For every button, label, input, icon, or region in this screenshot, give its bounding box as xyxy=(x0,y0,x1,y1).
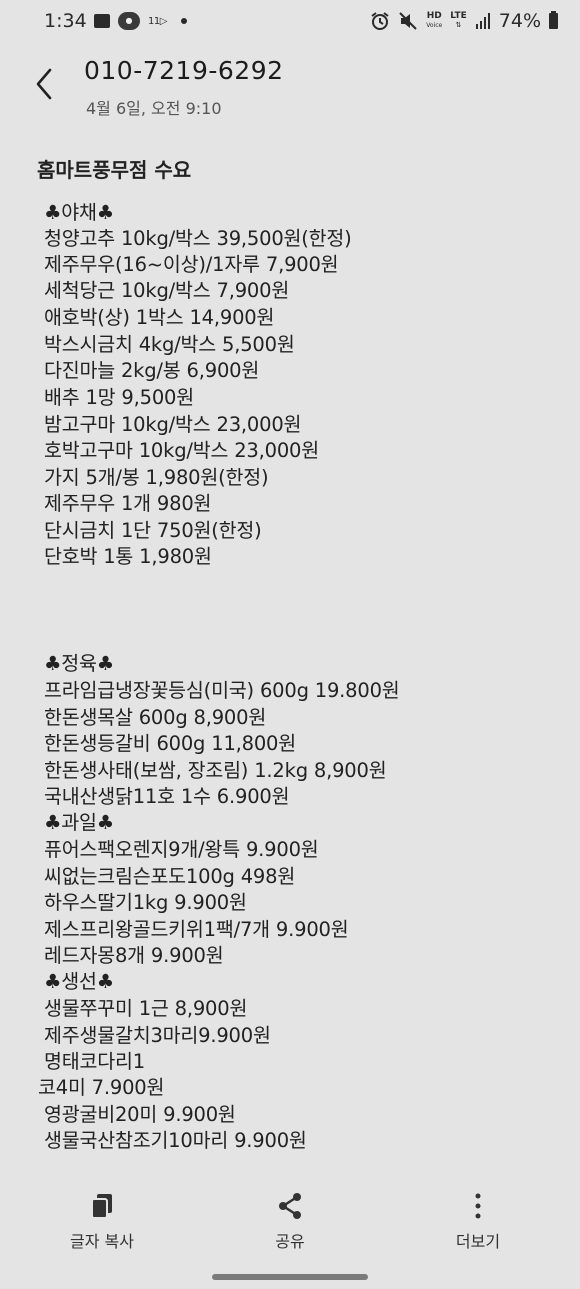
list-item: 제주무우 1개 980원 xyxy=(44,492,212,515)
list-item: 박스시금치 4kg/박스 5,500원 xyxy=(44,333,295,356)
message-date: 4월 6일, 오전 9:10 xyxy=(86,99,222,118)
lte-indicator: LTE ⇅ xyxy=(450,12,467,30)
list-item: 다진마늘 2kg/봉 6,900원 xyxy=(44,359,260,382)
more-icon-wrap xyxy=(418,1190,538,1222)
more-notifications-dot-icon xyxy=(180,18,187,24)
list-item: 하우스딸기1kg 9.900원 xyxy=(44,891,247,914)
mute-icon xyxy=(399,12,417,30)
battery-percent: 74% xyxy=(498,10,541,32)
share-icon-wrap xyxy=(230,1190,350,1222)
list-item: 레드자몽8개 9.900원 xyxy=(44,944,224,967)
data-arrows-icon: ⇅ xyxy=(455,21,462,29)
list-item: 생물국산참조기10마리 9.900원 xyxy=(44,1129,307,1152)
list-item: 단호박 1통 1,980원 xyxy=(44,545,212,568)
signal-icon xyxy=(475,13,490,29)
battery-icon xyxy=(549,11,558,29)
more-label: 더보기 xyxy=(455,1232,501,1251)
list-item: 명태코다리1 xyxy=(44,1050,145,1073)
share-icon xyxy=(279,1193,301,1219)
list-item: 영광굴비20미 9.900원 xyxy=(44,1103,236,1126)
list-item: 가지 5개/봉 1,980원(한정) xyxy=(44,466,269,489)
copy-text-label: 글자 복사 xyxy=(70,1232,134,1251)
sender-phone-number: 010-7219-6292 xyxy=(84,56,284,85)
list-item: 애호박(상) 1박스 14,900원 xyxy=(44,306,275,329)
status-time: 1:34 xyxy=(44,10,87,32)
list-item: 호박고구마 10kg/박스 23,000원 xyxy=(44,439,320,462)
list-item: 국내산생닭11호 1수 6.900원 xyxy=(44,785,290,808)
notification-icons: ● 11▷ xyxy=(94,12,187,30)
network-indicator: 11▷ xyxy=(148,15,167,27)
list-item: 제주무우(16~이상)/1자루 7,900원 xyxy=(44,253,339,276)
share-button[interactable]: 공유 xyxy=(230,1190,350,1252)
list-item: 한돈생등갈비 600g 11,800원 xyxy=(44,732,297,755)
app-notification-icon: ● xyxy=(118,12,140,30)
lte-label: LTE xyxy=(450,11,467,21)
status-bar: 1:34 ● 11▷ HD Voice LTE ⇅ 74% xyxy=(0,0,580,46)
list-item: 생물쭈꾸미 1근 8,900원 xyxy=(44,997,248,1020)
alarm-icon xyxy=(371,12,389,30)
system-status: HD Voice LTE ⇅ 74% xyxy=(370,10,558,32)
list-item: 코4미 7.900원 xyxy=(38,1076,165,1099)
share-label: 공유 xyxy=(275,1232,305,1251)
list-item: 한돈생사태(보쌈, 장조림) 1.2kg 8,900원 xyxy=(44,759,387,782)
list-item: 퓨어스팩오렌지9개/왕특 9.900원 xyxy=(44,838,319,861)
list-item: 밤고구마 10kg/박스 23,000원 xyxy=(44,413,302,436)
bottom-action-bar: 글자 복사 공유 더보기 xyxy=(0,1180,580,1260)
list-item: 제주생물갈치3마리9.900원 xyxy=(44,1024,271,1047)
hd-label: HD xyxy=(426,11,442,21)
list-item: 프라임급냉장꽃등심(미국) 600g 19.800원 xyxy=(44,679,400,702)
list-item: 제스프리왕골드키위1팩/7개 9.900원 xyxy=(44,918,349,941)
list-item: 단시금치 1단 750원(한정) xyxy=(44,519,262,542)
more-vertical-icon xyxy=(475,1193,481,1219)
copy-icon-wrap xyxy=(42,1190,162,1222)
message-heading: 홈마트풍무점 수요 xyxy=(37,158,192,182)
gallery-notification-icon xyxy=(94,14,110,28)
list-item: 씨없는크림슨포도100g 498원 xyxy=(44,865,296,888)
copy-text-button[interactable]: 글자 복사 xyxy=(42,1190,162,1252)
home-indicator[interactable] xyxy=(212,1274,368,1280)
more-button[interactable]: 더보기 xyxy=(418,1190,538,1252)
hd-voice-indicator: HD Voice xyxy=(426,12,442,30)
list-item: 청양고추 10kg/박스 39,500원(한정) xyxy=(44,227,352,250)
voice-label: Voice xyxy=(426,22,443,29)
section-heading-fish: ♣생선♣ xyxy=(44,970,115,993)
section-heading-vegetables: ♣야채♣ xyxy=(44,201,115,224)
back-arrow-icon[interactable] xyxy=(30,64,64,104)
list-item: 배추 1망 9,500원 xyxy=(44,386,194,409)
section-heading-meat: ♣정육♣ xyxy=(44,652,115,675)
list-item: 한돈생목살 600g 8,900원 xyxy=(44,706,267,729)
list-item: 세척당근 10kg/박스 7,900원 xyxy=(44,279,290,302)
section-heading-fruit: ♣과일♣ xyxy=(44,811,115,834)
copy-icon xyxy=(91,1194,112,1219)
